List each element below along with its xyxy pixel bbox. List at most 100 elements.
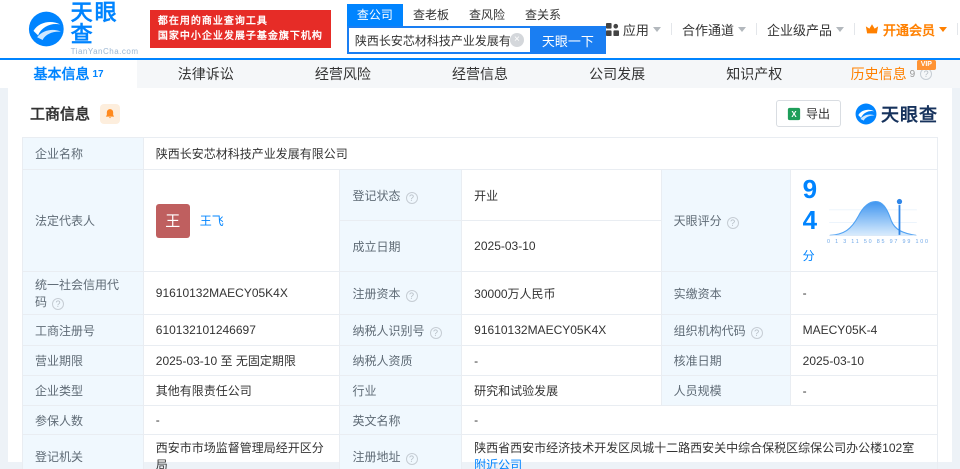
- watermark-logo: 天眼查: [855, 101, 938, 127]
- table-row: 企业名称 陕西长安芯材科技产业发展有限公司: [22, 137, 939, 170]
- company-type-value: 其他有限责任公司: [142, 375, 341, 406]
- field-label: 行业: [352, 384, 377, 398]
- approve-date-value: 2025-03-10: [789, 345, 939, 376]
- tab-count: 9: [909, 68, 916, 80]
- help-icon[interactable]: ?: [405, 191, 418, 204]
- export-label: 导出: [805, 107, 830, 121]
- top-nav: 应用 合作通道 企业级产品 开通会员 费米: [605, 20, 960, 39]
- tab-operation-risk[interactable]: 经营风险: [274, 60, 411, 88]
- vip-badge: VIP: [916, 60, 936, 70]
- field-label: 核准日期: [673, 354, 722, 368]
- search-tab-relation[interactable]: 查关系: [515, 4, 571, 26]
- search-input[interactable]: [354, 33, 510, 47]
- uscc-value: 91610132MAECY05K4X: [142, 271, 341, 315]
- caret-down-icon: [835, 26, 844, 32]
- score-value[interactable]: 94 分: [803, 174, 817, 267]
- tab-label: 经营信息: [451, 66, 508, 82]
- establish-date-value: 2025-03-10: [461, 220, 662, 272]
- reg-status-value: 开业: [461, 169, 662, 221]
- tab-label: 经营风险: [314, 66, 371, 82]
- tab-count: 17: [92, 68, 104, 80]
- field-label: 注册地址: [352, 449, 401, 464]
- nav-enterprise-label: 企业级产品: [766, 22, 832, 38]
- clear-input-icon[interactable]: ×: [509, 33, 524, 47]
- svg-text:X: X: [791, 110, 797, 119]
- table-row: 工商注册号 610132101246697 纳税人识别号? 91610132MA…: [22, 314, 939, 346]
- nearby-companies-link[interactable]: 附近公司: [474, 458, 522, 469]
- nav-separator: [670, 23, 672, 35]
- field-label: 企业类型: [35, 384, 84, 398]
- excel-icon: X: [787, 107, 801, 120]
- tab-history-info[interactable]: VIP 历史信息 9 ?: [823, 60, 960, 88]
- help-icon[interactable]: ?: [429, 326, 442, 339]
- reg-authority-value: 西安市市场监督管理局经开区分局: [142, 434, 341, 469]
- tab-label: 历史信息: [850, 66, 907, 82]
- taxpayer-id-value: 91610132MAECY05K4X: [461, 314, 662, 346]
- help-icon[interactable]: ?: [405, 289, 418, 302]
- nav-apps-label: 应用: [622, 22, 649, 38]
- nav-enterprise[interactable]: 企业级产品: [767, 20, 844, 39]
- table-row: 登记机关 西安市市场监督管理局经开区分局 注册地址? 陕西省西安市经济技术开发区…: [22, 434, 938, 469]
- reg-address-value: 陕西省西安市经济技术开发区凤城十二路西安关中综合保税区综保公司办公楼102室: [474, 441, 915, 455]
- bell-icon: [105, 108, 115, 118]
- help-icon[interactable]: ?: [405, 452, 418, 465]
- monitor-bell-button[interactable]: [100, 103, 121, 124]
- business-info-table: 企业名称 陕西长安芯材科技产业发展有限公司 法定代表人 王 王飞 登记状态? 开…: [22, 137, 939, 469]
- nav-separator: [755, 23, 757, 35]
- watermark-text: 天眼查: [881, 104, 938, 125]
- top-header: 天眼查 TianYanCha.com 都在用的商业查询工具 国家中小企业发展子基…: [0, 0, 960, 58]
- score-number: 94: [802, 174, 818, 235]
- nav-apps[interactable]: 应用: [605, 20, 661, 39]
- company-tabstrip: 基本信息 17 法律诉讼 经营风险 经营信息 公司发展 知识产权 VIP 历史信…: [0, 58, 960, 88]
- field-label: 纳税人识别号: [352, 323, 425, 338]
- field-label: 营业期限: [35, 354, 84, 368]
- tab-label: 公司发展: [589, 66, 646, 82]
- caret-down-icon: [938, 26, 947, 32]
- promo-banner: 都在用的商业查询工具 国家中小企业发展子基金旗下机构: [149, 10, 331, 48]
- legal-rep-link[interactable]: 王飞: [200, 212, 224, 229]
- tianyancha-logo-icon: [855, 103, 877, 124]
- apps-grid-icon: [605, 22, 619, 36]
- company-name-value: 陕西长安芯材科技产业发展有限公司: [142, 137, 939, 170]
- legal-rep-avatar[interactable]: 王: [155, 203, 190, 238]
- field-label: 实缴资本: [673, 286, 722, 301]
- field-label: 英文名称: [352, 413, 401, 428]
- search-tab-boss[interactable]: 查老板: [403, 4, 459, 26]
- promo-line2: 国家中小企业发展子基金旗下机构: [157, 31, 323, 42]
- tab-basic-info[interactable]: 基本信息 17: [0, 60, 138, 88]
- paid-capital-value: -: [789, 271, 939, 315]
- search-button[interactable]: 天眼一下: [529, 26, 606, 54]
- export-button[interactable]: X 导出: [775, 100, 841, 127]
- tab-company-development[interactable]: 公司发展: [549, 60, 686, 88]
- search-tab-risk[interactable]: 查风险: [459, 4, 515, 26]
- score-axis-labels: 0 1 3 11 50 85 97 99 100: [827, 238, 930, 245]
- nav-cooperation[interactable]: 合作通道: [682, 20, 746, 39]
- caret-down-icon: [652, 26, 661, 32]
- tianyancha-logo[interactable]: 天眼查 TianYanCha.com: [28, 2, 140, 56]
- field-label: 登记机关: [35, 449, 84, 464]
- field-label: 工商注册号: [35, 323, 96, 338]
- business-term-value: 2025-03-10 至 无固定期限: [142, 345, 341, 376]
- reg-number-value: 610132101246697: [142, 314, 341, 346]
- tab-intellectual-property[interactable]: 知识产权: [686, 60, 823, 88]
- logo-text: 天眼查: [70, 0, 119, 47]
- tab-operation-info[interactable]: 经营信息: [411, 60, 548, 88]
- table-row: 营业期限 2025-03-10 至 无固定期限 纳税人资质 - 核准日期 202…: [22, 345, 939, 376]
- help-icon[interactable]: ?: [750, 326, 763, 339]
- nav-cooperation-label: 合作通道: [681, 22, 734, 38]
- table-row: 企业类型 其他有限责任公司 行业 研究和试验发展 人员规模 -: [22, 375, 939, 406]
- help-icon[interactable]: ?: [726, 217, 739, 229]
- table-row: 参保人数 - 英文名称 -: [22, 405, 938, 435]
- field-label: 登记状态: [352, 188, 401, 203]
- field-label: 天眼评分: [673, 214, 722, 228]
- search-tab-company[interactable]: 查公司: [346, 4, 403, 26]
- tab-legal-proceedings[interactable]: 法律诉讼: [137, 60, 274, 88]
- table-row: 法定代表人 王 王飞 登记状态? 开业 天眼评分? 94分 0 1 3 11 5…: [22, 169, 939, 272]
- crown-icon: [865, 24, 879, 34]
- nav-vip[interactable]: 开通会员: [865, 20, 947, 39]
- field-label: 参保人数: [35, 413, 84, 428]
- field-label: 成立日期: [352, 239, 401, 254]
- help-icon[interactable]: ?: [52, 298, 65, 310]
- search-input-wrap: ×: [346, 26, 530, 54]
- org-code-value: MAECY05K-4: [789, 314, 939, 346]
